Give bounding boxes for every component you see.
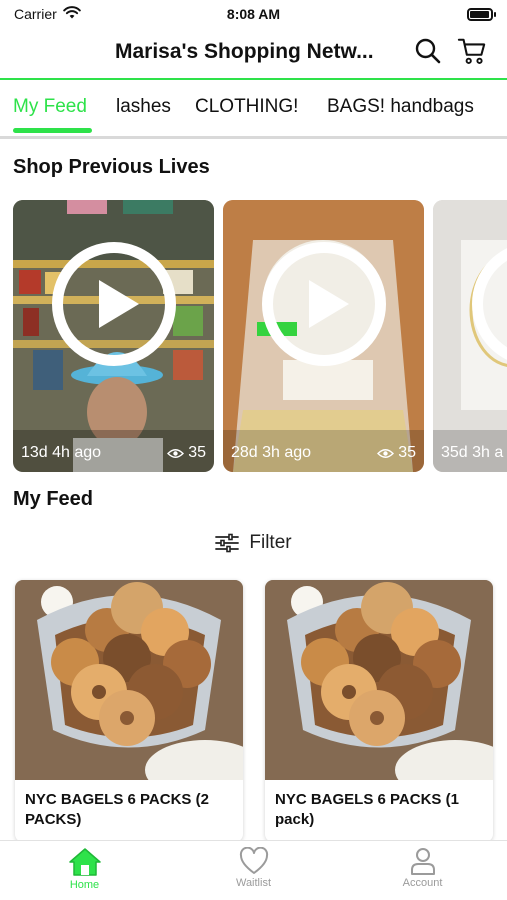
live-card[interactable]: 35d 3h a: [433, 200, 507, 472]
tabbar-home[interactable]: Home: [0, 841, 169, 900]
tab-clothing[interactable]: CLOTHING!: [195, 96, 298, 118]
play-icon[interactable]: [52, 242, 176, 366]
tabbar-home-label: Home: [69, 879, 100, 891]
filter-label: Filter: [249, 532, 292, 553]
tabs-divider: [0, 136, 507, 139]
carrier-label: Carrier: [14, 6, 57, 22]
cart-icon[interactable]: [457, 36, 487, 66]
search-icon[interactable]: [413, 36, 443, 66]
product-image: [15, 580, 243, 780]
product-card[interactable]: NYC BAGELS 6 PACKS (2 PACKS): [15, 580, 243, 842]
live-meta: 13d 4h ago 35: [21, 444, 206, 462]
filter-button[interactable]: Filter: [0, 532, 507, 554]
live-meta: 28d 3h ago 35: [231, 444, 416, 462]
user-icon: [410, 848, 435, 875]
eye-icon: [167, 448, 185, 458]
home-icon: [68, 848, 101, 876]
feed-heading: My Feed: [13, 488, 94, 510]
previous-lives-carousel[interactable]: 13d 4h ago 35 28d 3h ago 35 35d 3h a: [13, 200, 507, 472]
tab-bags-label: BAGS! handbags: [327, 96, 474, 117]
live-views: 35: [167, 444, 206, 462]
live-age: 28d 3h ago: [231, 444, 312, 461]
tabbar-account[interactable]: Account: [338, 841, 507, 900]
live-meta: 35d 3h a: [441, 444, 507, 462]
tabbar-account-label: Account: [402, 877, 443, 889]
live-card[interactable]: 28d 3h ago 35: [223, 200, 424, 472]
heart-icon: [239, 847, 268, 874]
tabbar-waitlist[interactable]: Waitlist: [169, 841, 338, 900]
tabbar-waitlist-label: Waitlist: [235, 877, 272, 889]
header-actions: [413, 36, 487, 66]
live-views-count: 35: [398, 444, 416, 461]
tab-bags-handbags[interactable]: BAGS! handbags: [327, 96, 474, 118]
app-header: Marisa's Shopping Netw...: [0, 30, 507, 78]
category-tabs: My Feed lashes CLOTHING! BAGS! handbags: [0, 80, 507, 136]
status-bar: Carrier 8:08 AM: [0, 0, 507, 28]
wifi-icon: [62, 6, 81, 22]
play-icon[interactable]: [262, 242, 386, 366]
tab-my-feed[interactable]: My Feed: [13, 96, 87, 118]
battery-level: [470, 10, 489, 18]
product-name: NYC BAGELS 6 PACKS (1 pack): [275, 791, 459, 828]
page-title: Marisa's Shopping Netw...: [115, 40, 374, 63]
live-views: 35: [377, 444, 416, 462]
product-name: NYC BAGELS 6 PACKS (2 PACKS): [25, 791, 209, 828]
live-age: 13d 4h ago: [21, 444, 102, 461]
filter-icon: [215, 533, 240, 553]
previous-lives-heading: Shop Previous Lives: [13, 156, 210, 178]
live-card[interactable]: 13d 4h ago 35: [13, 200, 214, 472]
product-card[interactable]: NYC BAGELS 6 PACKS (1 pack): [265, 580, 493, 842]
active-tab-indicator: [13, 128, 92, 133]
bottom-tab-bar: Home Waitlist Account: [0, 840, 507, 900]
tab-lashes[interactable]: lashes: [116, 96, 171, 118]
live-age: 35d 3h a: [441, 444, 504, 461]
live-views-count: 35: [188, 444, 206, 461]
status-left: Carrier: [14, 6, 81, 22]
eye-icon: [377, 448, 395, 458]
battery-icon: [467, 7, 496, 21]
product-image: [265, 580, 493, 780]
